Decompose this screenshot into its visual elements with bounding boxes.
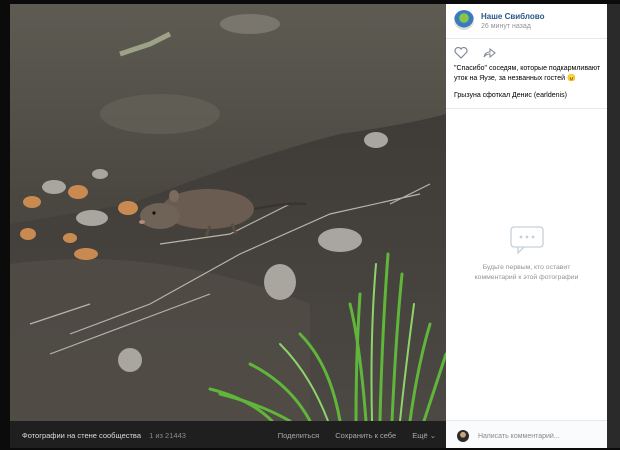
- post-text: "Спасибо" соседям, которые подкармливают…: [454, 65, 601, 82]
- divider: [446, 108, 607, 109]
- more-menu[interactable]: Ещё ⌄: [412, 431, 436, 440]
- empty-comments-line1: Будьте первым, кто оставит: [482, 264, 571, 271]
- photo-sidebar: Наше Свиблово 26 минут назад "Спасибо" с…: [446, 4, 607, 448]
- share-link[interactable]: Поделиться: [278, 431, 319, 440]
- comment-input[interactable]: [476, 427, 604, 445]
- user-avatar: [457, 430, 469, 442]
- photo-counter: 1 из 21443: [149, 431, 186, 440]
- share-arrow-icon[interactable]: [482, 47, 497, 59]
- photo-viewer: Фотографии на стене сообщества 1 из 2144…: [10, 4, 607, 448]
- comments-empty-state: Будьте первым, кто оставит комментарий к…: [446, 226, 607, 282]
- divider: [446, 38, 607, 39]
- photo-bottom-bar: Фотографии на стене сообщества 1 из 2144…: [10, 421, 446, 448]
- post-time[interactable]: 26 минут назад: [481, 23, 531, 30]
- photo[interactable]: [10, 4, 446, 421]
- background-scroll-area: [607, 4, 620, 448]
- post-author: Наше Свиблово 26 минут назад: [454, 10, 604, 36]
- comment-box: [446, 421, 607, 448]
- post-actions: [454, 46, 506, 60]
- photo-credit: Грызуна сфоткал Денис (earldenis): [454, 92, 567, 99]
- speech-bubble-icon: [509, 226, 544, 255]
- heart-icon[interactable]: [454, 46, 468, 59]
- empty-comments-line2: комментарий к этой фотографии: [474, 273, 579, 281]
- album-title-link[interactable]: Фотографии на стене сообщества: [22, 431, 141, 440]
- save-link[interactable]: Сохранить к себе: [335, 431, 396, 440]
- author-name[interactable]: Наше Свиблово: [481, 12, 544, 21]
- rat-photo-image: [10, 4, 446, 421]
- author-avatar[interactable]: [454, 10, 474, 30]
